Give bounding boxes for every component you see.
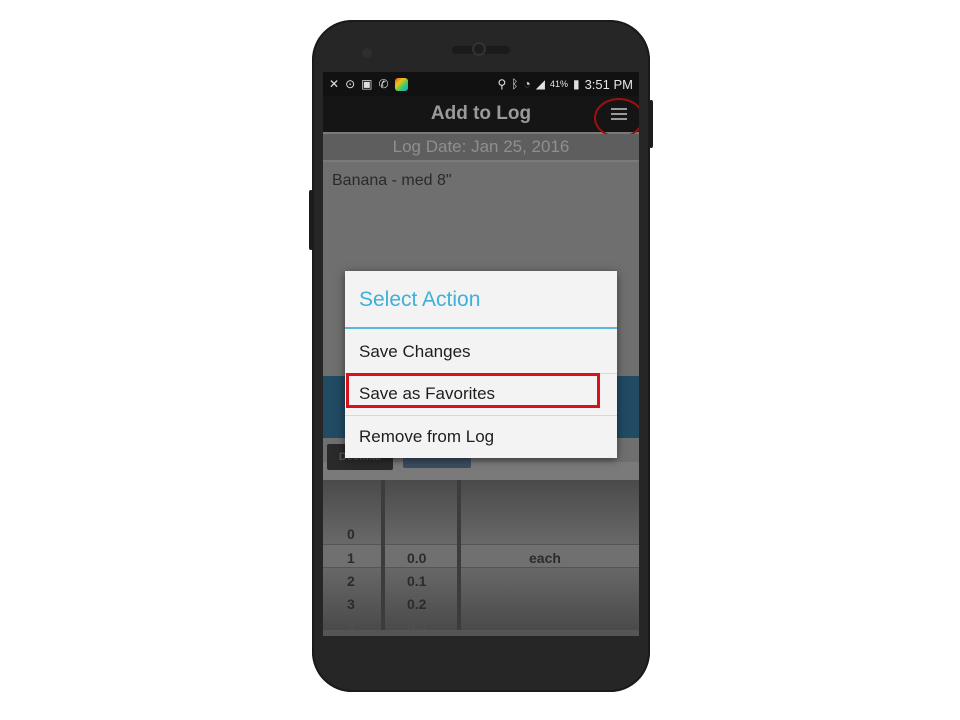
save-changes-item[interactable]: Save Changes <box>345 331 617 373</box>
remove-from-log-item[interactable]: Remove from Log <box>345 416 617 458</box>
stage: ✕ ⊙ ▣ ✆ ⚲ ᛒ ◔ ◢ 41% ▮ 3:51 PM Add to Log <box>0 0 960 720</box>
signal-icon: ◢ <box>535 77 545 91</box>
picker-decimal-value[interactable]: 0.0 <box>407 550 426 566</box>
pin-icon: ⊙ <box>345 77 356 91</box>
app-icon <box>394 77 408 91</box>
image-icon: ▣ <box>361 77 373 91</box>
food-name: Banana - med 8" <box>332 172 452 189</box>
battery-level: 41% <box>549 79 568 89</box>
picker-divider <box>381 480 385 630</box>
picker-whole-value[interactable]: 1 <box>347 550 355 566</box>
save-as-favorites-item[interactable]: Save as Favorites <box>345 373 617 415</box>
action-bar: Add to Log <box>323 96 639 132</box>
bluetooth-icon: ᛒ <box>511 77 519 91</box>
dialog-title-divider <box>345 327 617 329</box>
front-camera-icon <box>472 42 486 56</box>
overflow-menu-button[interactable] <box>607 102 631 126</box>
log-date: Log Date: Jan 25, 2016 <box>323 134 639 160</box>
volume-button <box>309 190 313 250</box>
clock: 3:51 PM <box>584 76 633 92</box>
picker-divider <box>457 480 461 630</box>
screen-bottom-edge <box>323 630 639 636</box>
x-app-icon: ✕ <box>329 77 340 91</box>
page-title: Add to Log <box>430 103 532 124</box>
picker-decimal-value[interactable]: 0.1 <box>407 573 426 589</box>
proximity-sensor <box>362 48 372 58</box>
picker-selection-band <box>323 544 639 568</box>
picker-whole-value[interactable]: 0 <box>347 526 355 542</box>
battery-icon: ▮ <box>572 77 580 91</box>
picker-whole-value[interactable]: 2 <box>347 573 355 589</box>
wifi-icon: ◔ <box>523 77 531 91</box>
dialog-title: Select Action <box>359 288 481 311</box>
power-button <box>649 100 653 148</box>
select-action-dialog: Select Action Save Changes Save as Favor… <box>345 271 617 458</box>
picker-decimal-value[interactable]: 0.2 <box>407 596 426 612</box>
status-bar: ✕ ⊙ ▣ ✆ ⚲ ᛒ ◔ ◢ 41% ▮ 3:51 PM <box>323 72 639 96</box>
quantity-picker[interactable]: 0 1 2 3 4 0.0 0.1 0.2 0.3 each <box>323 480 639 634</box>
location-icon: ⚲ <box>497 77 507 91</box>
picker-whole-value[interactable]: 3 <box>347 596 355 612</box>
hamburger-menu-icon <box>611 108 627 120</box>
picker-unit-value[interactable]: each <box>529 550 561 566</box>
missed-call-icon: ✆ <box>378 77 389 91</box>
